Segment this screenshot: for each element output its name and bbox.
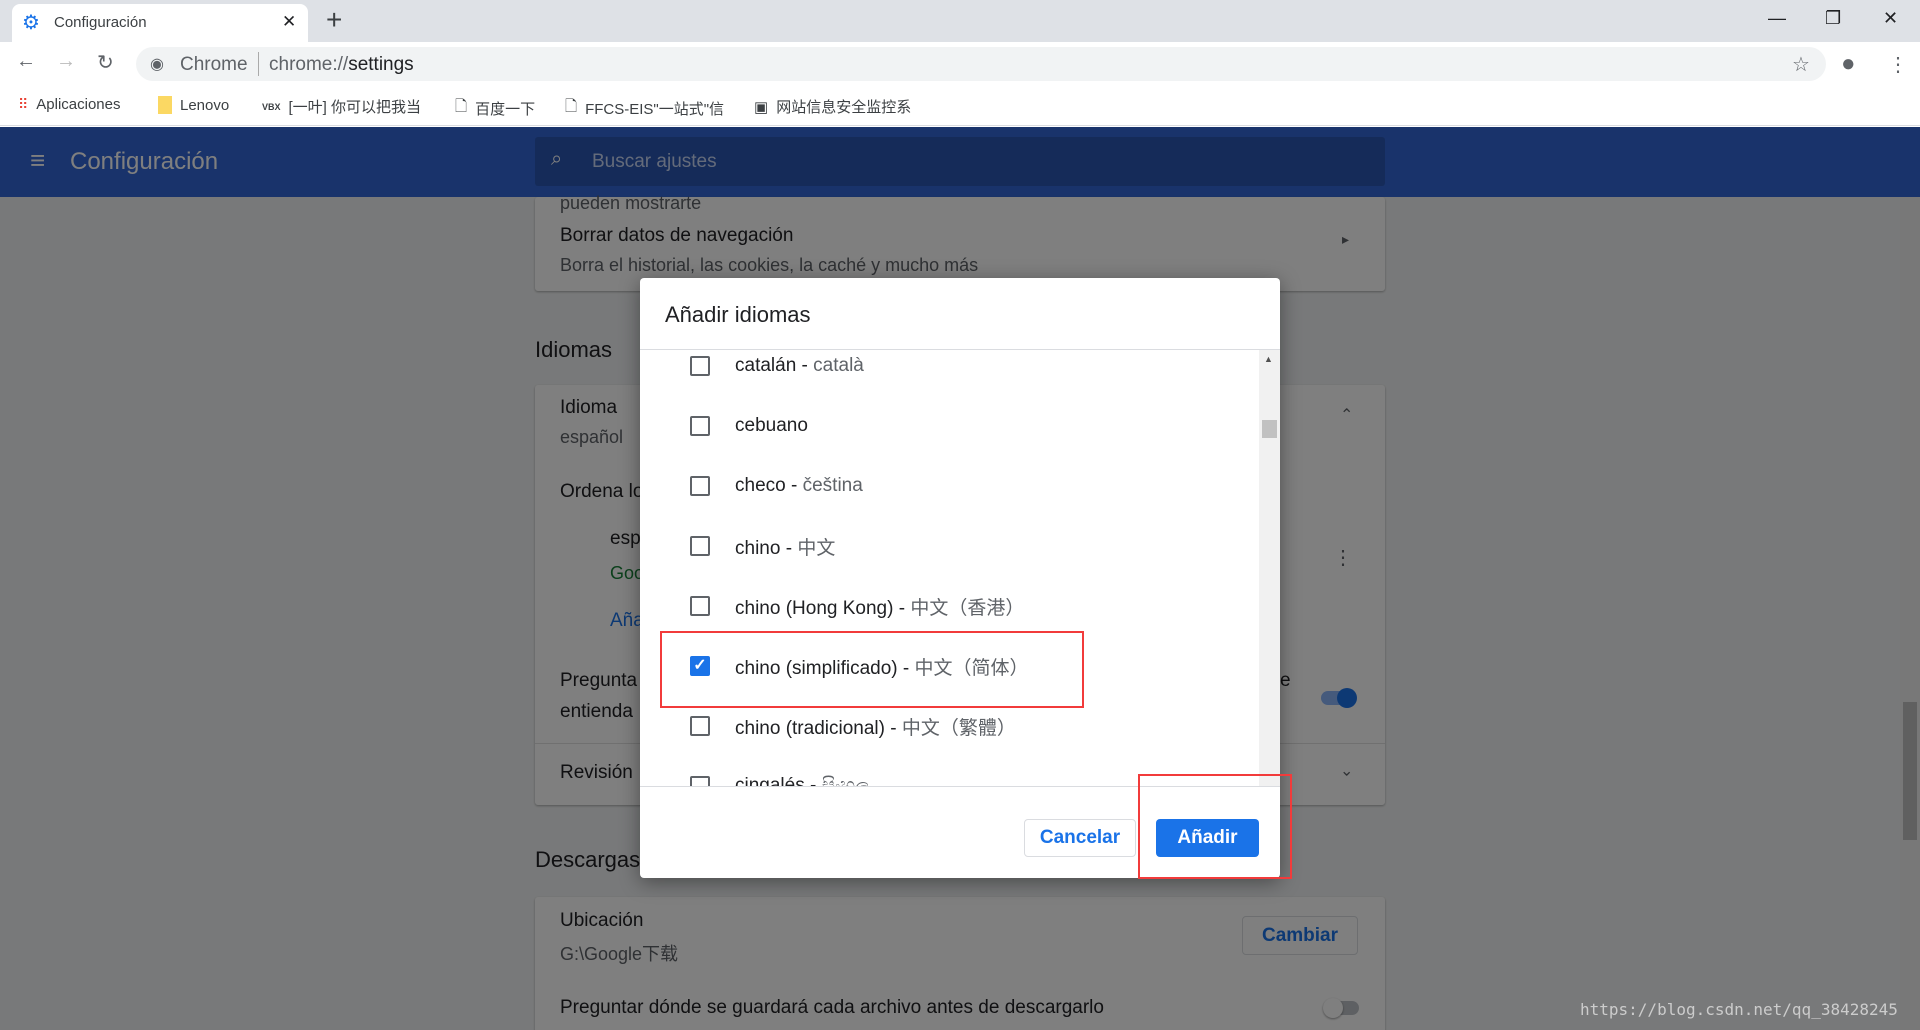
language-option[interactable]: chino (Hong Kong) - 中文（香港）: [640, 576, 1259, 636]
star-icon[interactable]: ☆: [1792, 52, 1810, 77]
language-native: 中文（香港）: [910, 597, 1025, 619]
highlight-box-add: [1138, 774, 1292, 879]
language-option[interactable]: cebuano: [640, 396, 1259, 456]
url-origin: Chrome: [180, 54, 248, 75]
gear-icon: ⚙: [22, 12, 40, 34]
bookmark-apps[interactable]: ⠿ Aplicaciones: [18, 96, 120, 113]
bookmark-security[interactable]: ▣ 网站信息安全监控系: [754, 96, 926, 117]
language-option[interactable]: chino - 中文: [640, 516, 1259, 576]
language-name: chino (tradicional): [735, 717, 885, 739]
checkbox[interactable]: [690, 596, 710, 616]
bookmark-yiye[interactable]: VBX [一叶] 你可以把我当: [262, 96, 432, 117]
page-icon: 🗋: [455, 98, 468, 115]
url-scheme: chrome://: [269, 54, 349, 75]
site-icon: VBX: [262, 101, 281, 112]
minimize-icon[interactable]: —: [1768, 8, 1786, 29]
page-icon: 🗋: [565, 98, 578, 115]
profile-icon[interactable]: ●: [1841, 50, 1856, 78]
watermark: https://blog.csdn.net/qq_38428245: [1580, 1000, 1898, 1019]
dialog-scrollbar[interactable]: ▲: [1259, 350, 1280, 786]
language-native: 中文（繁體）: [901, 717, 1016, 739]
bookmark-lenovo[interactable]: Lenovo: [158, 96, 229, 114]
forward-icon[interactable]: →: [56, 50, 76, 73]
menu-icon[interactable]: ⋮: [1888, 52, 1908, 77]
checkbox[interactable]: [690, 476, 710, 496]
apps-grid-icon: ⠿: [18, 96, 29, 112]
language-native: čeština: [802, 475, 863, 496]
checkbox[interactable]: [690, 776, 710, 786]
language-name: checo: [735, 475, 786, 496]
scroll-up-icon[interactable]: ▲: [1264, 354, 1273, 364]
highlight-box-selected: [660, 631, 1084, 708]
checkbox[interactable]: [690, 536, 710, 556]
language-native: 中文: [797, 537, 836, 559]
close-tab-icon[interactable]: ✕: [282, 12, 296, 32]
language-native: català: [813, 355, 864, 376]
dialog-scroll-thumb[interactable]: [1262, 420, 1277, 438]
tab-settings[interactable]: ⚙ Configuración ✕: [12, 4, 308, 42]
new-tab-button[interactable]: +: [326, 4, 342, 36]
cancel-button[interactable]: Cancelar: [1024, 819, 1136, 857]
back-icon[interactable]: ←: [16, 50, 36, 73]
chrome-icon: ◉: [150, 56, 164, 73]
language-list: catalán - català cebuano checo - čeština…: [640, 349, 1280, 787]
close-window-icon[interactable]: ✕: [1883, 8, 1898, 29]
language-name: chino: [735, 537, 781, 559]
checkbox[interactable]: [690, 356, 710, 376]
folder-icon: [158, 96, 172, 114]
tab-title: Configuración: [54, 14, 147, 31]
language-name: catalán: [735, 355, 797, 376]
language-name: cebuano: [735, 415, 808, 436]
address-bar[interactable]: ◉ Chrome chrome://settings: [136, 47, 1826, 81]
url-path: settings: [348, 54, 414, 75]
checkbox[interactable]: [690, 416, 710, 436]
reload-icon[interactable]: ↻: [97, 50, 114, 75]
language-option[interactable]: catalán - català: [640, 350, 1259, 396]
dialog-title: Añadir idiomas: [665, 302, 811, 327]
language-native: සිංහල: [821, 775, 870, 787]
language-name: chino (Hong Kong): [735, 597, 894, 619]
bookmark-baidu[interactable]: 🗋 百度一下: [455, 96, 535, 121]
restore-icon[interactable]: ❐: [1825, 8, 1841, 29]
language-name: cingalés: [735, 775, 805, 787]
site-icon: ▣: [754, 98, 769, 116]
checkbox[interactable]: [690, 716, 710, 736]
bookmark-ffcs[interactable]: 🗋 FFCS-EIS"一站式"信: [565, 96, 735, 121]
language-option[interactable]: checo - čeština: [640, 456, 1259, 516]
